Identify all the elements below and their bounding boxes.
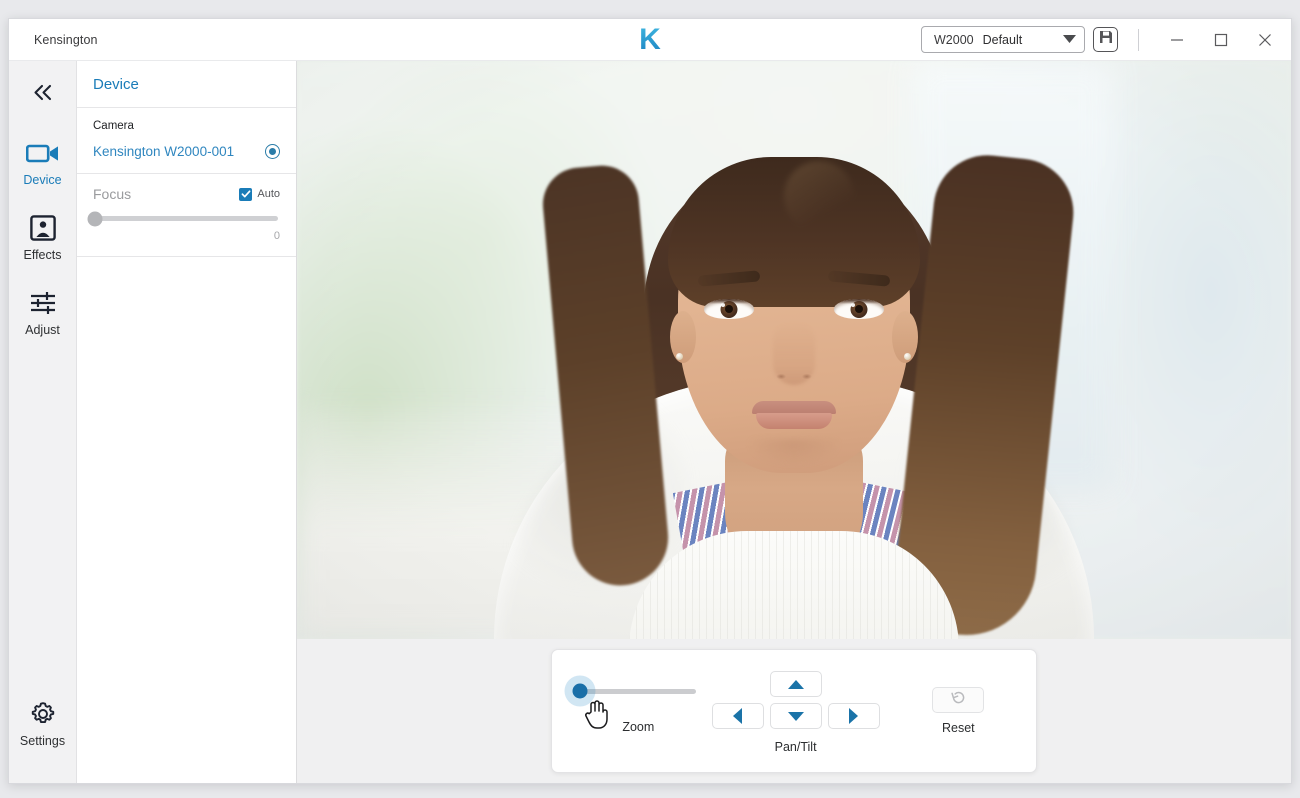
minimize-button[interactable] <box>1155 20 1199 60</box>
focus-auto-label: Auto <box>257 188 280 200</box>
preset-model: W2000 <box>934 32 974 47</box>
titlebar-divider <box>1138 28 1139 51</box>
camera-select-row[interactable]: Kensington W2000-001 <box>93 144 280 159</box>
portrait-frame-icon <box>29 215 56 241</box>
triangle-right-icon <box>849 708 859 724</box>
save-preset-button[interactable] <box>1093 27 1118 52</box>
lower-lip <box>756 413 832 429</box>
focus-label: Focus <box>93 186 132 202</box>
ear-left <box>670 311 696 363</box>
chin-shading <box>749 439 839 465</box>
triangle-left-icon <box>733 708 743 724</box>
earring-right <box>904 353 911 360</box>
tilt-down-button[interactable] <box>769 703 822 729</box>
camera-preview <box>297 61 1291 639</box>
focus-auto-checkbox[interactable] <box>239 187 253 201</box>
maximize-button[interactable] <box>1199 20 1243 60</box>
ptz-control-card: Zoom Pan/Tilt Reset <box>551 649 1037 773</box>
dpad-top-row <box>767 668 825 700</box>
sidebar-item-adjust[interactable]: Adjust <box>9 281 77 344</box>
sidebar-item-settings[interactable]: Settings <box>9 692 77 755</box>
focus-auto-toggle[interactable]: Auto <box>239 187 280 201</box>
sidebar-item-device[interactable]: Device <box>9 131 77 194</box>
camera-section: Camera Kensington W2000-001 <box>77 108 296 174</box>
panel-title: Device <box>77 61 296 108</box>
pupil-right <box>855 305 863 313</box>
pupil-left <box>725 305 733 313</box>
preset-name: Default <box>982 32 1023 47</box>
kensington-logo: K <box>639 22 661 56</box>
app-name: Kensington <box>34 32 98 47</box>
save-disk-icon <box>1099 30 1113 49</box>
sidebar-item-effects[interactable]: Effects <box>9 206 77 269</box>
titlebar-controls: W2000 Default <box>921 19 1291 60</box>
focus-value: 0 <box>273 230 280 242</box>
pan-tilt-caption: Pan/Tilt <box>774 740 817 754</box>
main-area: Zoom Pan/Tilt Reset <box>297 61 1291 783</box>
camera-name: Kensington W2000-001 <box>93 144 235 159</box>
eyelash-right <box>834 299 884 304</box>
control-strip: Zoom Pan/Tilt Reset <box>297 639 1291 783</box>
gear-icon <box>29 701 57 727</box>
device-panel: Device Camera Kensington W2000-001 Focus <box>77 61 297 783</box>
subject-person <box>297 61 1291 639</box>
sidebar-item-effects-label: Effects <box>23 248 62 262</box>
lips <box>752 401 836 429</box>
reset-control-group: Reset <box>907 687 1010 735</box>
eyelash-left <box>704 299 754 304</box>
camera-section-label: Camera <box>93 120 134 132</box>
triangle-down-icon <box>787 711 804 721</box>
tilt-up-button[interactable] <box>769 671 822 697</box>
sliders-icon <box>29 290 57 316</box>
reset-caption: Reset <box>941 721 975 735</box>
triangle-up-icon <box>787 679 804 689</box>
pan-left-button[interactable] <box>711 703 764 729</box>
pan-tilt-dpad <box>709 668 883 732</box>
zoom-caption: Zoom <box>622 719 655 734</box>
focus-header: Focus Auto <box>93 186 280 202</box>
sidebar-collapse-button[interactable] <box>21 75 65 115</box>
focus-slider-handle[interactable] <box>87 211 103 226</box>
video-camera-icon <box>25 140 60 166</box>
double-chevron-left-icon <box>32 84 54 106</box>
nostrils <box>774 373 814 380</box>
chevron-down-icon <box>1063 33 1076 47</box>
focus-slider-track[interactable] <box>87 211 278 226</box>
sidebar-item-device-label: Device <box>23 173 62 187</box>
dpad-bottom-row <box>709 700 883 732</box>
pan-tilt-control-group: Pan/Tilt <box>709 668 883 754</box>
sidebar-item-settings-label: Settings <box>19 734 66 748</box>
title-bar: Kensington K W2000 Default <box>9 19 1291 61</box>
sidebar-item-adjust-label: Adjust <box>25 323 60 337</box>
window-body: Device Effects Adjust Settings Device Ca… <box>9 61 1291 783</box>
eye-left <box>704 299 754 319</box>
zoom-slider-track[interactable] <box>572 683 697 729</box>
zoom-control-group: Zoom <box>572 683 699 734</box>
reset-button[interactable] <box>932 687 985 713</box>
camera-radio-button[interactable] <box>265 144 280 159</box>
hand-cursor-pointer <box>584 698 610 730</box>
earring-left <box>676 353 683 360</box>
sidebar-rail: Device Effects Adjust Settings <box>9 61 77 783</box>
application-window: Kensington K W2000 Default Device Effect… <box>8 18 1292 784</box>
radio-selected-dot <box>269 148 276 155</box>
preset-dropdown[interactable]: W2000 Default <box>921 26 1085 53</box>
rotate-ccw-icon <box>950 689 967 711</box>
focus-section: Focus Auto 0 <box>77 174 296 257</box>
eye-right <box>834 299 884 319</box>
zoom-slider-handle[interactable] <box>572 683 588 699</box>
close-button[interactable] <box>1243 20 1287 60</box>
pan-right-button[interactable] <box>827 703 880 729</box>
